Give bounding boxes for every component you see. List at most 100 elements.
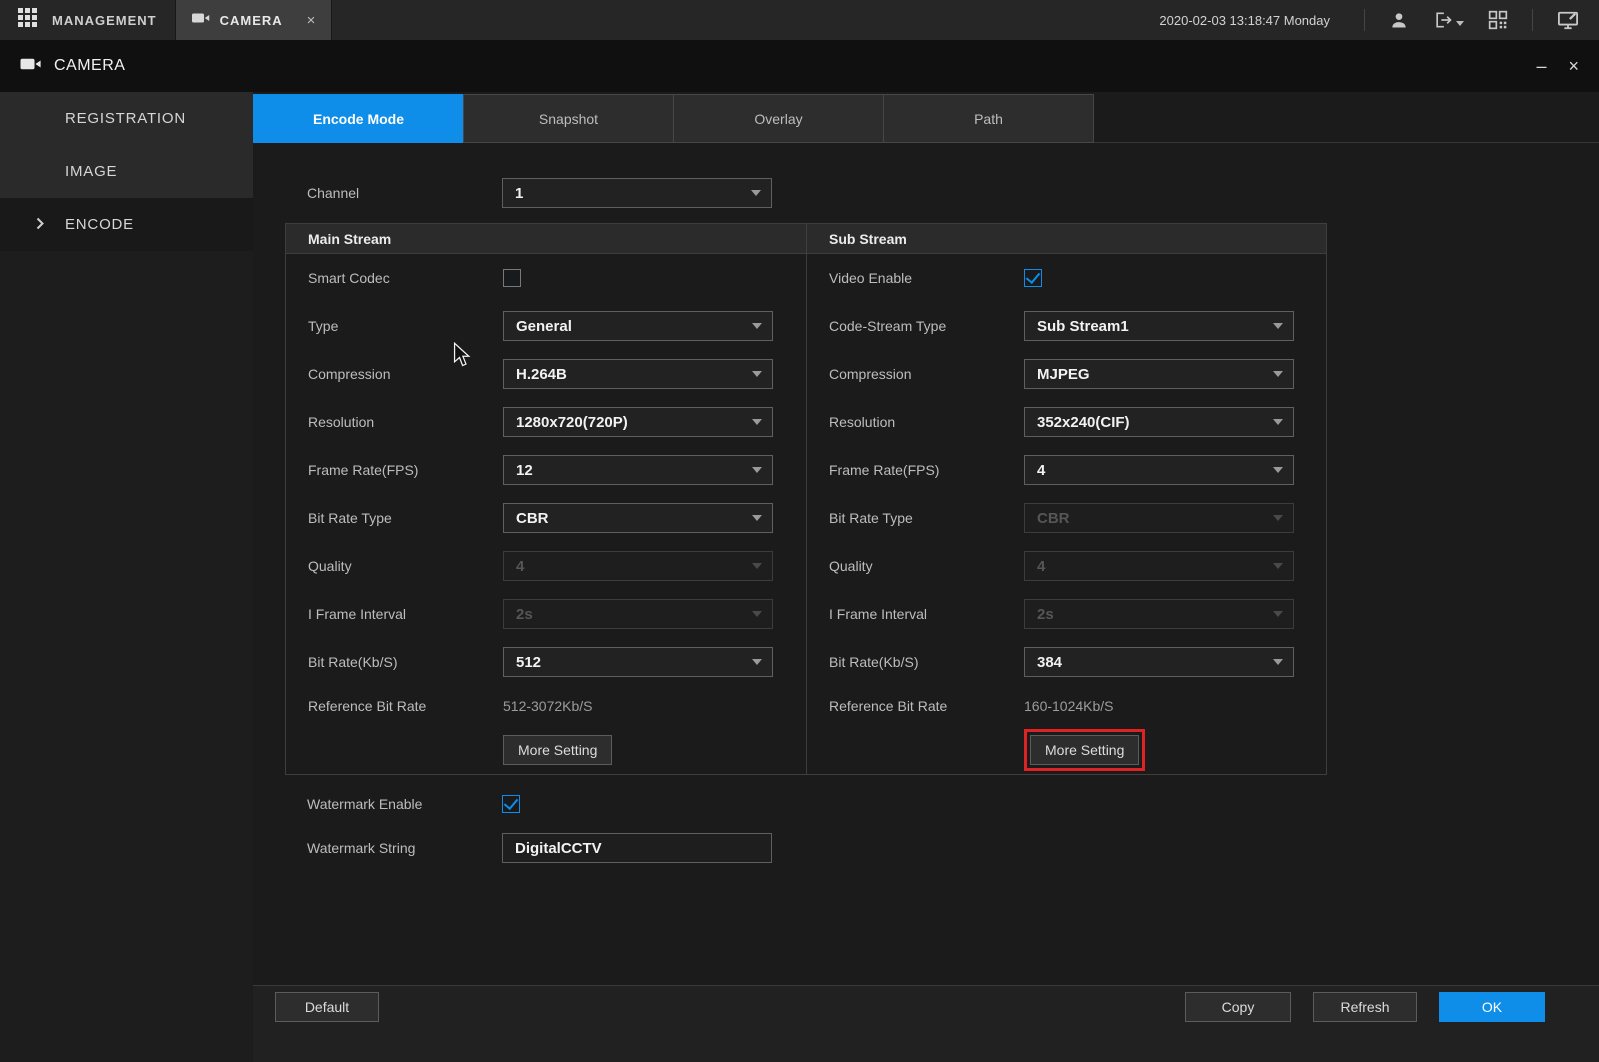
- chevron-down-icon: [1456, 21, 1464, 26]
- logout-icon[interactable]: [1433, 10, 1464, 30]
- default-button[interactable]: Default: [275, 992, 379, 1022]
- chevron-down-icon: [1273, 515, 1283, 521]
- tab-encode-mode[interactable]: Encode Mode: [253, 94, 464, 143]
- reference-bit-rate-row: Reference Bit Rate 512-3072Kb/S: [286, 686, 806, 726]
- display-settings-icon[interactable]: [1557, 10, 1579, 30]
- compression-label: Compression: [308, 366, 503, 382]
- page-title: CAMERA: [54, 57, 125, 75]
- close-icon[interactable]: ×: [1568, 57, 1579, 75]
- code-stream-type-row: Code-Stream Type Sub Stream1: [807, 302, 1326, 350]
- sub-resolution-select[interactable]: 352x240(CIF): [1024, 407, 1294, 437]
- code-stream-type-value: Sub Stream1: [1037, 318, 1129, 335]
- tab-snapshot[interactable]: Snapshot: [463, 94, 674, 143]
- sub-compression-row: Compression MJPEG: [807, 350, 1326, 398]
- compression-select[interactable]: H.264B: [503, 359, 773, 389]
- code-stream-type-select[interactable]: Sub Stream1: [1024, 311, 1294, 341]
- bit-rate-type-label: Bit Rate Type: [308, 510, 503, 526]
- main-stream-column: Main Stream Smart Codec Type General Com…: [286, 224, 806, 774]
- camera-icon: [20, 57, 42, 76]
- sub-quality-select: 4: [1024, 551, 1294, 581]
- sub-reference-bit-rate-label: Reference Bit Rate: [829, 698, 1024, 714]
- sub-resolution-row: Resolution 352x240(CIF): [807, 398, 1326, 446]
- chevron-right-icon: [36, 216, 44, 233]
- ok-button[interactable]: OK: [1439, 992, 1545, 1022]
- channel-select[interactable]: 1: [502, 178, 772, 208]
- smart-codec-row: Smart Codec: [286, 254, 806, 302]
- sub-i-frame-interval-label: I Frame Interval: [829, 606, 1024, 622]
- smart-codec-checkbox[interactable]: [503, 269, 521, 287]
- tab-path[interactable]: Path: [883, 94, 1094, 143]
- chevron-down-icon: [1273, 563, 1283, 569]
- resolution-row: Resolution 1280x720(720P): [286, 398, 806, 446]
- bit-rate-type-row: Bit Rate Type CBR: [286, 494, 806, 542]
- sub-quality-row: Quality 4: [807, 542, 1326, 590]
- main-more-setting-button[interactable]: More Setting: [503, 735, 612, 765]
- bit-rate-select[interactable]: 512: [503, 647, 773, 677]
- bit-rate-type-value: CBR: [516, 510, 549, 527]
- sub-i-frame-interval-select: 2s: [1024, 599, 1294, 629]
- chevron-down-icon: [1273, 371, 1283, 377]
- minimize-icon[interactable]: –: [1536, 57, 1546, 75]
- divider: [1364, 9, 1365, 31]
- type-select[interactable]: General: [503, 311, 773, 341]
- management-label[interactable]: MANAGEMENT: [52, 13, 157, 28]
- frame-rate-value: 12: [516, 462, 533, 479]
- quality-label: Quality: [308, 558, 503, 574]
- chevron-down-icon: [752, 563, 762, 569]
- copy-button[interactable]: Copy: [1185, 992, 1291, 1022]
- camera-tab[interactable]: CAMERA ×: [175, 0, 333, 40]
- sidebar-item-label: REGISTRATION: [65, 110, 186, 127]
- sub-frame-rate-label: Frame Rate(FPS): [829, 462, 1024, 478]
- i-frame-interval-row: I Frame Interval 2s: [286, 590, 806, 638]
- sub-quality-value: 4: [1037, 558, 1045, 575]
- sub-more-setting-button[interactable]: More Setting: [1030, 735, 1139, 765]
- user-icon[interactable]: [1389, 10, 1409, 30]
- reference-bit-rate-value: 512-3072Kb/S: [503, 698, 593, 714]
- chevron-down-icon: [1273, 419, 1283, 425]
- sub-bit-rate-value: 384: [1037, 654, 1062, 671]
- sub-stream-header: Sub Stream: [807, 224, 1326, 254]
- channel-label: Channel: [307, 185, 502, 201]
- video-enable-label: Video Enable: [829, 270, 1024, 286]
- sub-compression-select[interactable]: MJPEG: [1024, 359, 1294, 389]
- sidebar-item-encode[interactable]: ENCODE: [0, 198, 253, 251]
- smart-codec-label: Smart Codec: [308, 270, 503, 286]
- sub-bit-rate-type-select: CBR: [1024, 503, 1294, 533]
- sidebar-item-image[interactable]: IMAGE: [0, 145, 253, 198]
- video-enable-checkbox[interactable]: [1024, 269, 1042, 287]
- close-tab-icon[interactable]: ×: [307, 12, 316, 29]
- sub-bit-rate-type-label: Bit Rate Type: [829, 510, 1024, 526]
- resolution-label: Resolution: [308, 414, 503, 430]
- sub-resolution-value: 352x240(CIF): [1037, 414, 1130, 431]
- chevron-down-icon: [752, 611, 762, 617]
- sub-i-frame-interval-value: 2s: [1037, 606, 1054, 623]
- i-frame-interval-label: I Frame Interval: [308, 606, 503, 622]
- bit-rate-type-select[interactable]: CBR: [503, 503, 773, 533]
- resolution-select[interactable]: 1280x720(720P): [503, 407, 773, 437]
- watermark-enable-checkbox[interactable]: [502, 795, 520, 813]
- apps-grid-icon[interactable]: [18, 8, 38, 33]
- refresh-button[interactable]: Refresh: [1313, 992, 1417, 1022]
- frame-rate-row: Frame Rate(FPS) 12: [286, 446, 806, 494]
- system-top-bar: MANAGEMENT CAMERA × 2020-02-03 13:18:47 …: [0, 0, 1599, 40]
- camera-icon: [192, 11, 210, 29]
- system-datetime: 2020-02-03 13:18:47 Monday: [1159, 13, 1330, 28]
- watermark-enable-label: Watermark Enable: [307, 796, 502, 812]
- camera-tab-label: CAMERA: [220, 13, 283, 28]
- sub-reference-bit-rate-row: Reference Bit Rate 160-1024Kb/S: [807, 686, 1326, 726]
- frame-rate-select[interactable]: 12: [503, 455, 773, 485]
- quality-value: 4: [516, 558, 524, 575]
- watermark-string-input[interactable]: [502, 833, 772, 863]
- sub-bit-rate-select[interactable]: 384: [1024, 647, 1294, 677]
- i-frame-interval-select: 2s: [503, 599, 773, 629]
- chevron-down-icon: [1273, 323, 1283, 329]
- sub-more-setting-row: More Setting: [807, 726, 1326, 774]
- chevron-down-icon: [752, 659, 762, 665]
- tab-overlay[interactable]: Overlay: [673, 94, 884, 143]
- resolution-value: 1280x720(720P): [516, 414, 628, 431]
- watermark-string-row: Watermark String: [253, 826, 1599, 870]
- sub-frame-rate-select[interactable]: 4: [1024, 455, 1294, 485]
- sidebar-item-registration[interactable]: REGISTRATION: [0, 92, 253, 145]
- sub-compression-value: MJPEG: [1037, 366, 1090, 383]
- qr-code-icon[interactable]: [1488, 10, 1508, 30]
